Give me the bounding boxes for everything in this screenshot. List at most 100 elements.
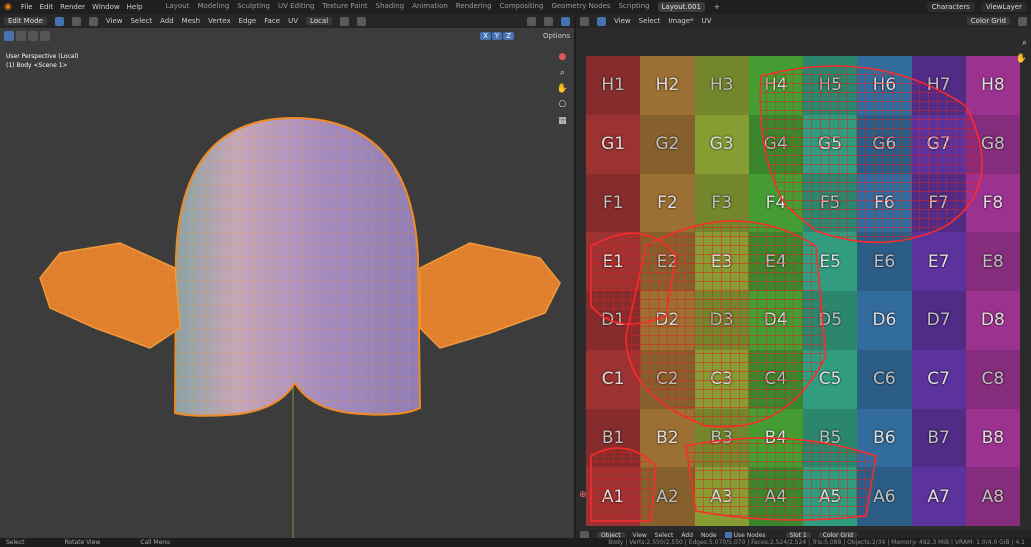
edge-select-icon[interactable] [71, 16, 81, 26]
viewport-menus: View Select Add Mesh Vertex Edge Face UV [106, 17, 298, 25]
status-call-menu: Call Menu [140, 539, 170, 546]
blender-logo-icon[interactable]: ◉ [4, 2, 12, 12]
grid-cell-c8: C8 [965, 349, 1020, 409]
grid-cell-c5: C5 [803, 349, 858, 409]
editor-type-icon[interactable] [580, 16, 589, 26]
grid-cell-e2: E2 [640, 232, 695, 291]
tab-rendering[interactable]: Rendering [456, 2, 492, 12]
grid-cell-a7: A7 [911, 467, 966, 526]
grid-cell-e6: E6 [857, 232, 912, 291]
grid-cell-h5: H5 [803, 56, 858, 115]
menu-window[interactable]: Window [92, 3, 120, 11]
overlay-icon[interactable] [527, 16, 536, 26]
uv-menus: View Select Image* UV [614, 17, 712, 25]
menu-uv[interactable]: UV [288, 17, 298, 25]
tab-uv-editing[interactable]: UV Editing [278, 2, 315, 12]
shading-solid-icon[interactable] [544, 16, 553, 26]
tab-layout[interactable]: Layout [166, 2, 190, 12]
grid-cell-e7: E7 [911, 232, 966, 291]
face-select-icon[interactable] [88, 16, 98, 26]
3d-viewport[interactable]: X Y Z Options User Perspective (Local) (… [0, 28, 574, 538]
menu-select[interactable]: Select [639, 17, 661, 25]
grid-cell-d7: D7 [911, 291, 966, 350]
mesh-view[interactable] [0, 28, 574, 538]
grid-cell-g4: G4 [748, 114, 803, 174]
view-layer-selector[interactable]: ViewLayer [980, 2, 1027, 12]
grid-cell-f1: F1 [586, 173, 641, 233]
grid-cell-e5: E5 [803, 232, 858, 291]
tab-scripting[interactable]: Scripting [618, 2, 649, 12]
grid-cell-a5: A5 [803, 467, 858, 526]
menu-edit[interactable]: Edit [40, 3, 54, 11]
zoom-icon[interactable]: ⌕ [1022, 38, 1027, 48]
pan-hand-icon[interactable]: ✋ [1016, 54, 1027, 64]
mode-dropdown[interactable]: Edit Mode [4, 17, 47, 25]
grid-cell-g3: G3 [694, 114, 749, 174]
menu-view[interactable]: View [614, 17, 631, 25]
vertex-select-icon[interactable] [54, 16, 64, 26]
grid-cell-a3: A3 [694, 467, 749, 526]
menu-mesh[interactable]: Mesh [182, 17, 200, 25]
grid-cell-d2: D2 [640, 291, 695, 350]
menu-help[interactable]: Help [127, 3, 143, 11]
menu-uv[interactable]: UV [702, 17, 712, 25]
uv-header: View Select Image* UV Color Grid [576, 14, 1031, 28]
grid-cell-e3: E3 [694, 232, 749, 291]
scene-selector[interactable]: Characters [926, 2, 975, 12]
uv-sync-icon[interactable] [597, 16, 606, 26]
status-bar: Select Rotate View Call Menu Body | Vert… [0, 538, 1031, 547]
grid-cell-e1: E1 [586, 232, 641, 291]
scene-stats: Body | Verts:2,550/2,550 | Edges:5,070/5… [608, 539, 1025, 546]
grid-cell-a1: A1 [586, 467, 641, 526]
tab-shading[interactable]: Shading [376, 2, 404, 12]
grid-cell-a6: A6 [857, 467, 912, 526]
tab-compositing[interactable]: Compositing [500, 2, 544, 12]
menu-file[interactable]: File [21, 3, 33, 11]
tab-modeling[interactable]: Modeling [197, 2, 229, 12]
pin-icon[interactable] [1018, 16, 1027, 26]
add-workspace-icon[interactable]: + [714, 3, 720, 11]
grid-cell-g8: G8 [965, 114, 1020, 174]
menu-image-[interactable]: Image* [668, 17, 693, 25]
main-menu: File Edit Render Window Help [21, 3, 143, 11]
grid-cell-g1: G1 [586, 114, 641, 174]
grid-cell-b8: B8 [965, 408, 1020, 468]
grid-cell-a2: A2 [640, 467, 695, 526]
grid-cell-h3: H3 [694, 56, 749, 115]
2d-cursor-icon[interactable]: ⊕ [579, 490, 587, 500]
grid-cell-g6: G6 [857, 114, 912, 174]
transform-orientation-dropdown[interactable]: Local [306, 17, 333, 25]
menu-edge[interactable]: Edge [239, 17, 257, 25]
menu-select[interactable]: Select [130, 17, 152, 25]
tab-texture-paint[interactable]: Texture Paint [323, 2, 368, 12]
menu-add[interactable]: Add [160, 17, 174, 25]
grid-cell-f5: F5 [803, 173, 858, 233]
shading-material-icon[interactable] [561, 16, 570, 26]
menu-view[interactable]: View [106, 17, 123, 25]
grid-cell-g7: G7 [911, 114, 966, 174]
snap-icon[interactable] [340, 16, 350, 26]
proportional-edit-icon[interactable] [357, 16, 367, 26]
grid-cell-a8: A8 [965, 467, 1020, 526]
grid-cell-d4: D4 [748, 291, 803, 350]
grid-cell-g2: G2 [640, 114, 695, 174]
menu-face[interactable]: Face [264, 17, 280, 25]
grid-cell-d1: D1 [586, 291, 641, 350]
uv-editor[interactable]: H1 H2 H3 H4 H5 H6 H7 H8 G1 G2 G3 G4 G5 G6 G7 G8 F1 F2 F3 F4… [576, 28, 1031, 530]
tab-layout-001[interactable]: Layout.001 [657, 2, 706, 12]
grid-cell-h1: H1 [586, 56, 641, 115]
status-rotate: Rotate View [64, 539, 101, 546]
tab-geometry-nodes[interactable]: Geometry Nodes [551, 2, 610, 12]
color-grid-texture: H1 H2 H3 H4 H5 H6 H7 H8 G1 G2 G3 G4 G5 G6 G7 G8 F1 F2 F3 F4… [586, 56, 1020, 526]
grid-cell-b7: B7 [911, 408, 966, 468]
grid-cell-g5: G5 [803, 114, 858, 174]
grid-cell-d5: D5 [803, 291, 858, 350]
tab-animation[interactable]: Animation [412, 2, 448, 12]
menu-render[interactable]: Render [60, 3, 85, 11]
menu-vertex[interactable]: Vertex [208, 17, 231, 25]
grid-cell-d8: D8 [965, 291, 1020, 350]
grid-cell-f4: F4 [748, 173, 803, 233]
tab-sculpting[interactable]: Sculpting [237, 2, 270, 12]
image-selector[interactable]: Color Grid [966, 17, 1010, 25]
grid-cell-h7: H7 [911, 56, 966, 115]
